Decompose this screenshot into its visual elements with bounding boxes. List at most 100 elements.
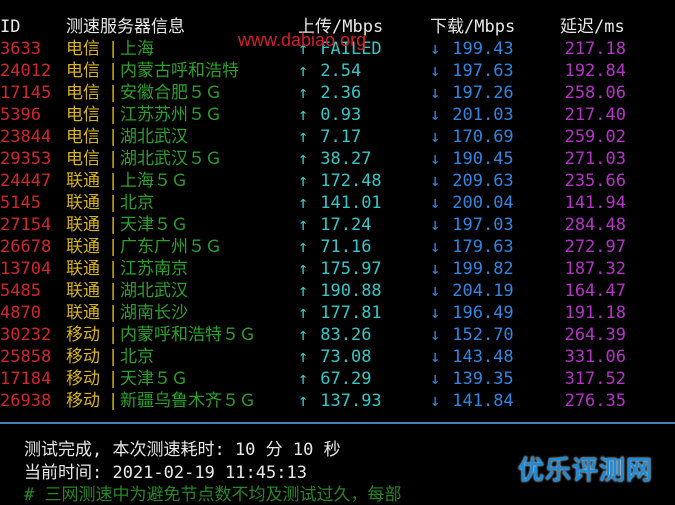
table-row: 29353 电信 | 湖北武汉５Ｇ ↑ 38.27 ↓ 190.45 271.03 <box>0 148 675 170</box>
row-download-value: 179.63 <box>452 237 514 257</box>
up-arrow-icon: ↑ <box>298 369 309 389</box>
row-download-value: 170.69 <box>452 127 514 147</box>
row-upload-value: 71.16 <box>320 237 372 257</box>
row-separator: | <box>108 259 119 279</box>
row-download-value: 197.26 <box>452 83 514 103</box>
row-node: 江苏苏州５Ｇ <box>120 105 222 125</box>
row-download-value: 139.35 <box>452 369 514 389</box>
row-latency: 317.52 <box>564 369 626 389</box>
row-upload: ↑ 7.17 <box>298 126 361 148</box>
row-latency: 331.06 <box>564 347 626 367</box>
row-isp: 联通 <box>66 193 100 213</box>
row-latency: 187.32 <box>564 259 626 279</box>
row-isp: 电信 <box>66 149 100 169</box>
table-row: 17145 电信 | 安徽合肥５Ｇ ↑ 2.36 ↓ 197.26 258.06 <box>0 82 675 104</box>
row-download-value: 197.63 <box>452 61 514 81</box>
row-isp: 移动 <box>66 391 100 411</box>
row-download-value: 143.48 <box>452 347 514 367</box>
terminal-window[interactable]: ID 测速服务器信息 上传/Mbps 下载/Mbps 延迟/ms 3633 电信 |… <box>0 0 675 505</box>
down-arrow-icon: ↓ <box>430 259 441 279</box>
row-download: ↓ 179.63 <box>430 236 514 258</box>
down-arrow-icon: ↓ <box>430 193 441 213</box>
table-row: 13704 联通 | 江苏南京 ↑ 175.97 ↓ 199.82 187.32 <box>0 258 675 280</box>
row-upload: ↑ 67.29 <box>298 368 371 390</box>
row-upload-value: 172.48 <box>320 171 382 191</box>
row-isp: 联通 <box>66 171 100 191</box>
row-node: 湖南长沙 <box>120 303 188 323</box>
row-download: ↓ 139.35 <box>430 368 514 390</box>
row-download-value: 204.19 <box>452 281 514 301</box>
up-arrow-icon: ↑ <box>298 325 309 345</box>
row-download: ↓ 141.84 <box>430 390 514 412</box>
divider-line <box>0 422 675 430</box>
down-arrow-icon: ↓ <box>430 369 441 389</box>
row-id: 30232 <box>0 325 52 345</box>
row-latency: 258.06 <box>564 83 626 103</box>
row-id: 24447 <box>0 171 52 191</box>
row-latency: 217.40 <box>564 105 626 125</box>
row-latency: 284.48 <box>564 215 626 235</box>
row-id: 24012 <box>0 61 52 81</box>
row-id: 17145 <box>0 83 52 103</box>
test-complete-line: 测试完成, 本次测速耗时: 10 分 10 秒 <box>24 440 341 460</box>
up-arrow-icon: ↑ <box>298 303 309 323</box>
row-node: 上海５Ｇ <box>120 171 188 191</box>
row-upload-value: 175.97 <box>320 259 382 279</box>
row-upload-value: 38.27 <box>320 149 372 169</box>
row-isp: 移动 <box>66 347 100 367</box>
down-arrow-icon: ↓ <box>430 105 441 125</box>
row-isp: 电信 <box>66 127 100 147</box>
up-arrow-icon: ↑ <box>298 215 309 235</box>
table-row: 27154 联通 | 天津５Ｇ ↑ 17.24 ↓ 197.03 284.48 <box>0 214 675 236</box>
row-download-value: 199.82 <box>452 259 514 279</box>
row-download-value: 197.03 <box>452 215 514 235</box>
row-node: 天津５Ｇ <box>120 215 188 235</box>
row-latency: 192.84 <box>564 61 626 81</box>
row-separator: | <box>108 325 119 345</box>
row-upload: ↑ 177.81 <box>298 302 382 324</box>
header-id: ID <box>0 17 21 37</box>
row-upload: ↑ 71.16 <box>298 236 371 258</box>
row-download: ↓ 196.49 <box>430 302 514 324</box>
row-download-value: 201.03 <box>452 105 514 125</box>
row-upload: ↑ 0.93 <box>298 104 361 126</box>
down-arrow-icon: ↓ <box>430 391 441 411</box>
row-separator: | <box>108 193 119 213</box>
row-download-value: 196.49 <box>452 303 514 323</box>
row-upload-value: 2.54 <box>320 61 362 81</box>
row-upload: ↑ 141.01 <box>298 192 382 214</box>
row-download: ↓ 209.63 <box>430 170 514 192</box>
row-download-value: 152.70 <box>452 325 514 345</box>
row-download: ↓ 199.82 <box>430 258 514 280</box>
row-latency: 264.39 <box>564 325 626 345</box>
row-isp: 联通 <box>66 281 100 301</box>
row-upload-value: 7.17 <box>320 127 362 147</box>
row-latency: 217.18 <box>564 39 626 59</box>
header-server: 测速服务器信息 <box>66 17 185 37</box>
row-separator: | <box>108 281 119 301</box>
row-node: 湖北武汉 <box>120 281 188 301</box>
row-separator: | <box>108 127 119 147</box>
table-row: 26938 移动 | 新疆乌鲁木齐５Ｇ ↑ 137.93 ↓ 141.84 276.35 <box>0 390 675 412</box>
row-id: 23844 <box>0 127 52 147</box>
row-download-value: 190.45 <box>452 149 514 169</box>
row-node: 湖北武汉５Ｇ <box>120 149 222 169</box>
row-download-value: 141.84 <box>452 391 514 411</box>
row-upload: ↑ 172.48 <box>298 170 382 192</box>
row-upload: ↑ 190.88 <box>298 280 382 302</box>
down-arrow-icon: ↓ <box>430 61 441 81</box>
down-arrow-icon: ↓ <box>430 281 441 301</box>
up-arrow-icon: ↑ <box>298 259 309 279</box>
down-arrow-icon: ↓ <box>430 39 441 59</box>
header-latency: 延迟/ms <box>560 17 625 37</box>
row-latency: 141.94 <box>564 193 626 213</box>
row-node: 湖北武汉 <box>120 127 188 147</box>
table-row: 23844 电信 | 湖北武汉 ↑ 7.17 ↓ 170.69 259.02 <box>0 126 675 148</box>
up-arrow-icon: ↑ <box>298 83 309 103</box>
down-arrow-icon: ↓ <box>430 171 441 191</box>
row-id: 5145 <box>0 193 41 213</box>
row-download: ↓ 143.48 <box>430 346 514 368</box>
row-id: 5485 <box>0 281 41 301</box>
row-upload-value: 2.36 <box>320 83 362 103</box>
row-upload-value: 17.24 <box>320 215 372 235</box>
